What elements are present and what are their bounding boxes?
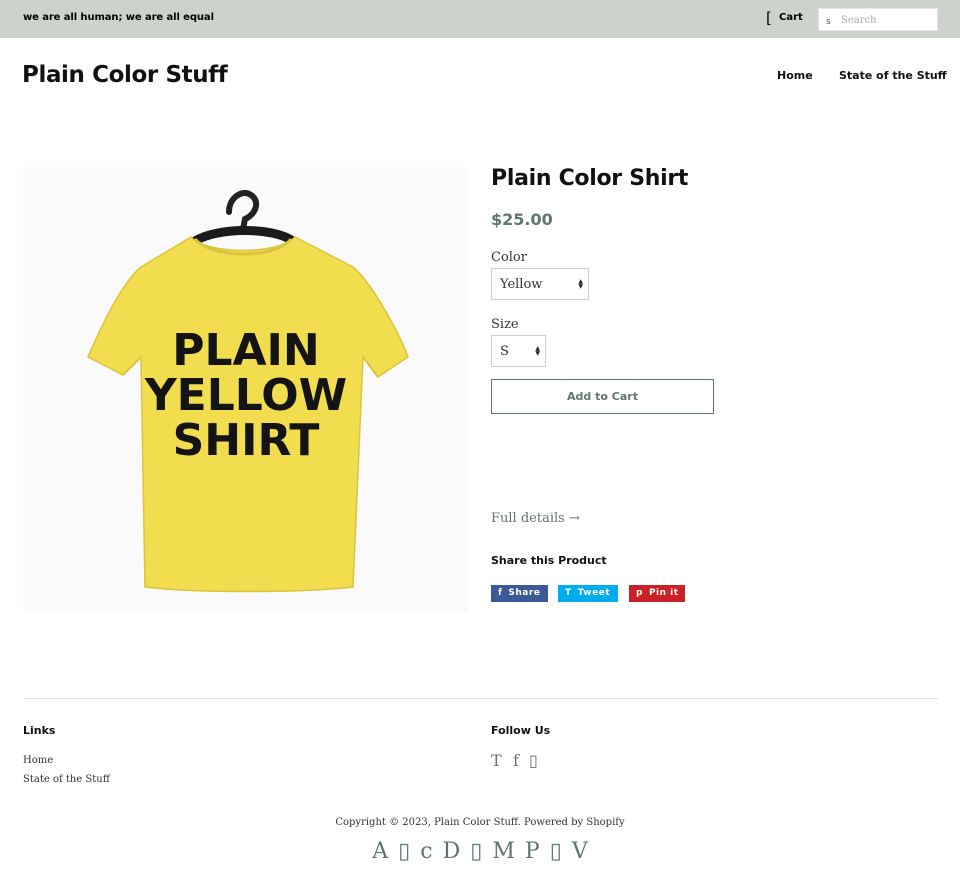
pinterest-icon: p bbox=[636, 588, 643, 598]
add-to-cart-button[interactable]: Add to Cart bbox=[491, 379, 714, 414]
shirt-text-line-1: PLAIN bbox=[172, 325, 320, 376]
product-image: PLAIN YELLOW SHIRT bbox=[23, 167, 468, 612]
shirt-text-line-2: YELLOW bbox=[144, 370, 347, 421]
copyright-text: Copyright © 2023, Plain Color Stuff. Pow… bbox=[335, 817, 625, 828]
payment-icons: A ▯ c D ▯ M P ▯ V bbox=[0, 839, 960, 864]
twitter-icon: T bbox=[565, 588, 572, 598]
cart-link[interactable]: Cart bbox=[779, 12, 803, 23]
footer-links-heading: Links bbox=[23, 724, 56, 737]
mastercard-icon: M bbox=[492, 839, 515, 864]
color-select[interactable]: Yellow ▲ ▼ bbox=[491, 268, 589, 300]
footer-divider bbox=[23, 698, 938, 699]
color-label: Color bbox=[491, 250, 527, 265]
site-logo[interactable]: Plain Color Stuff bbox=[22, 62, 228, 88]
share-pinterest-label: Pin it bbox=[648, 588, 679, 598]
select-arrows-icon: ▲ ▼ bbox=[535, 345, 540, 357]
size-select-value: S bbox=[500, 344, 509, 359]
nav-item-state-of-the-stuff[interactable]: State of the Stuff bbox=[839, 69, 947, 82]
visa-icon: V bbox=[571, 839, 588, 864]
shirt-text-line-3: SHIRT bbox=[173, 415, 320, 466]
share-twitter-button[interactable]: T Tweet bbox=[558, 585, 618, 602]
announcement-bar: we are all human; we are all equal [ Car… bbox=[0, 0, 960, 38]
shop-pay-icon: ▯ bbox=[549, 839, 562, 864]
share-facebook-label: Share bbox=[508, 588, 541, 598]
amex-icon: A bbox=[372, 839, 389, 864]
twitter-icon[interactable]: T bbox=[491, 751, 502, 770]
facebook-icon: f bbox=[498, 588, 503, 598]
full-details-link[interactable]: Full details → bbox=[491, 511, 580, 526]
size-label: Size bbox=[491, 317, 519, 332]
nav-item-home[interactable]: Home bbox=[777, 69, 813, 82]
discover-icon: D bbox=[442, 839, 461, 864]
color-select-value: Yellow bbox=[500, 277, 543, 292]
footer-link-state-of-the-stuff[interactable]: State of the Stuff bbox=[23, 774, 110, 785]
facebook-icon[interactable]: f bbox=[513, 751, 519, 770]
paypal-icon: P bbox=[524, 839, 540, 864]
google-pay-icon: ▯ bbox=[470, 839, 483, 864]
hanger-hook bbox=[226, 190, 260, 232]
instagram-icon[interactable]: ▯ bbox=[529, 751, 538, 770]
search-input[interactable] bbox=[841, 12, 935, 28]
share-pinterest-button[interactable]: p Pin it bbox=[629, 585, 685, 602]
search-icon: s bbox=[826, 17, 831, 27]
cart-icon[interactable]: [ bbox=[766, 9, 772, 27]
shirt-illustration: PLAIN YELLOW SHIRT bbox=[87, 190, 409, 593]
share-heading: Share this Product bbox=[491, 554, 607, 567]
product-title: Plain Color Shirt bbox=[491, 166, 689, 191]
announcement-text: we are all human; we are all equal bbox=[23, 12, 214, 23]
follow-us-heading: Follow Us bbox=[491, 724, 551, 737]
hanger-bar bbox=[190, 226, 298, 246]
select-arrows-icon: ▲ ▼ bbox=[578, 278, 583, 290]
share-facebook-button[interactable]: f Share bbox=[491, 585, 548, 602]
apple-pay-icon: ▯ bbox=[398, 839, 411, 864]
share-twitter-label: Tweet bbox=[577, 588, 611, 598]
size-select[interactable]: S ▲ ▼ bbox=[491, 335, 546, 367]
product-price: $25.00 bbox=[491, 210, 553, 229]
search-box[interactable]: s bbox=[818, 8, 938, 31]
footer-link-home[interactable]: Home bbox=[23, 755, 53, 766]
diners-club-icon: c bbox=[420, 839, 433, 864]
